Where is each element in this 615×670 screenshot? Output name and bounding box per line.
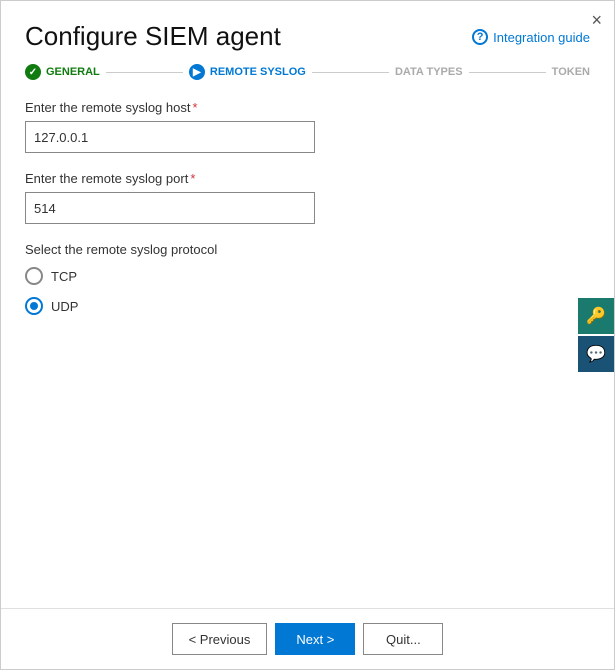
host-group: Enter the remote syslog host* (25, 100, 590, 153)
step-line-1 (106, 72, 183, 73)
step-general-label: GENERAL (46, 66, 100, 78)
protocol-group: Select the remote syslog protocol TCP UD… (25, 242, 590, 315)
steps-bar: ✓ GENERAL ▶ REMOTE SYSLOG DATA TYPES TOK… (1, 64, 614, 80)
port-group: Enter the remote syslog port* (25, 171, 590, 224)
host-required: * (192, 100, 197, 115)
chat-icon: 💬 (586, 344, 606, 364)
radio-group: TCP UDP (25, 267, 590, 315)
quit-button[interactable]: Quit... (363, 623, 443, 655)
protocol-label: Select the remote syslog protocol (25, 242, 590, 257)
step-data-types: DATA TYPES (395, 66, 463, 78)
radio-udp-label: UDP (51, 299, 78, 314)
side-support-button[interactable]: 🔑 (578, 298, 614, 334)
step-token: TOKEN (552, 66, 590, 78)
step-data-types-label: DATA TYPES (395, 66, 463, 78)
previous-button[interactable]: < Previous (172, 623, 268, 655)
step-line-3 (469, 72, 546, 73)
dialog-header: Configure SIEM agent ? Integration guide (1, 1, 614, 64)
next-button[interactable]: Next > (275, 623, 355, 655)
radio-tcp[interactable]: TCP (25, 267, 590, 285)
step-token-label: TOKEN (552, 66, 590, 78)
host-label: Enter the remote syslog host* (25, 100, 590, 115)
integration-guide-label: Integration guide (493, 30, 590, 45)
dialog-title: Configure SIEM agent (25, 21, 281, 52)
port-label: Enter the remote syslog port* (25, 171, 590, 186)
radio-tcp-label: TCP (51, 269, 77, 284)
step-remote-syslog-icon: ▶ (189, 64, 205, 80)
radio-udp-dot (30, 302, 38, 310)
radio-udp-circle (25, 297, 43, 315)
step-general-icon: ✓ (25, 64, 41, 80)
step-general: ✓ GENERAL (25, 64, 100, 80)
side-chat-button[interactable]: 💬 (578, 336, 614, 372)
step-line-2 (312, 72, 389, 73)
integration-guide-link[interactable]: ? Integration guide (472, 29, 590, 45)
step-remote-syslog: ▶ REMOTE SYSLOG (189, 64, 306, 80)
dialog-footer: < Previous Next > Quit... (1, 608, 614, 669)
host-input[interactable] (25, 121, 315, 153)
step-remote-syslog-label: REMOTE SYSLOG (210, 66, 306, 78)
side-panel: 🔑 💬 (578, 298, 614, 372)
radio-tcp-circle (25, 267, 43, 285)
close-button[interactable]: × (591, 11, 602, 29)
radio-udp[interactable]: UDP (25, 297, 590, 315)
port-input[interactable] (25, 192, 315, 224)
configure-siem-dialog: × Configure SIEM agent ? Integration gui… (0, 0, 615, 670)
key-icon: 🔑 (586, 306, 606, 326)
help-icon: ? (472, 29, 488, 45)
port-required: * (190, 171, 195, 186)
form-content: Enter the remote syslog host* Enter the … (1, 100, 614, 608)
